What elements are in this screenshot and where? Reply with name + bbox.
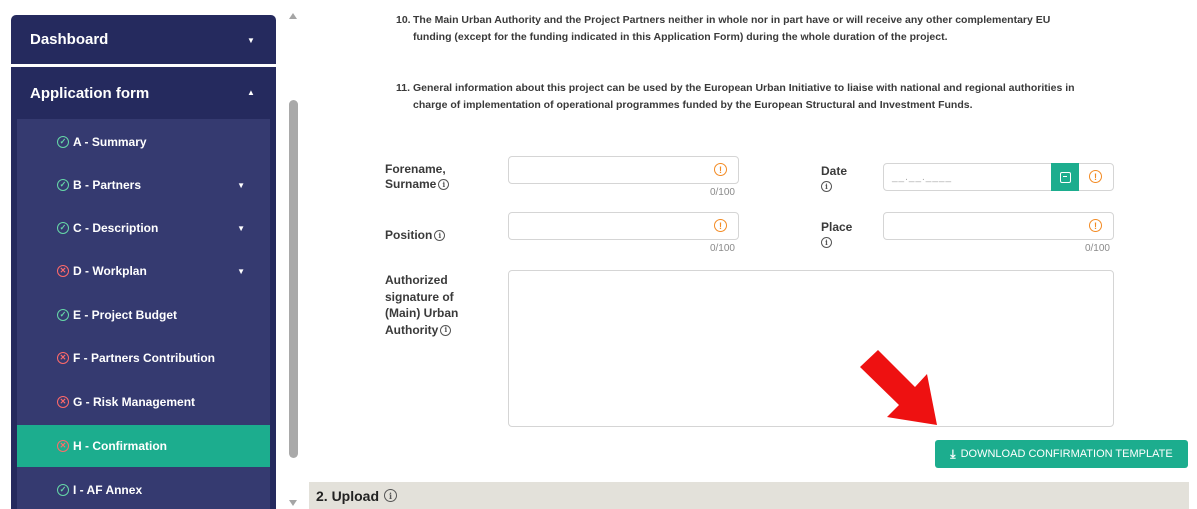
date-input[interactable]: __.__.____ ! <box>883 163 1114 191</box>
sidebar-item-label: C - Description <box>73 221 159 235</box>
scrollbar-thumb[interactable] <box>289 100 298 458</box>
sidebar-application-form-label: Application form <box>30 84 150 102</box>
x-circle-icon: ✕ <box>57 440 69 452</box>
label-line: (Main) Urban <box>385 306 459 320</box>
check-circle-icon: ✓ <box>57 136 69 148</box>
x-circle-icon: ✕ <box>57 265 69 277</box>
sidebar-item-b-partners[interactable]: ✓ B - Partners ▼ <box>17 164 270 206</box>
chevron-down-icon: ▼ <box>247 36 255 45</box>
sidebar-item-label: F - Partners Contribution <box>73 351 215 365</box>
forename-surname-label: Forename, Surname i <box>385 162 450 192</box>
sidebar-item-h-confirmation[interactable]: ✕ H - Confirmation <box>17 425 270 467</box>
scroll-up-arrow-icon[interactable] <box>289 13 297 19</box>
sidebar-item-e-project-budget[interactable]: ✓ E - Project Budget <box>17 294 270 336</box>
place-counter: 0/100 <box>1084 243 1110 254</box>
authorized-signature-label: Authorized signature of (Main) Urban Aut… <box>385 272 458 338</box>
label-line: Position <box>385 228 433 242</box>
chevron-up-icon: ▲ <box>247 88 255 97</box>
warning-icon: ! <box>1089 219 1102 232</box>
sidebar-dashboard-label: Dashboard <box>30 31 109 48</box>
check-circle-icon: ✓ <box>57 179 69 191</box>
warning-icon: ! <box>714 163 727 176</box>
sidebar-item-label: I - AF Annex <box>73 483 143 497</box>
position-input[interactable]: ! <box>508 212 739 240</box>
check-circle-icon: ✓ <box>57 222 69 234</box>
x-circle-icon: ✕ <box>57 352 69 364</box>
chevron-down-icon: ▼ <box>237 267 245 276</box>
check-circle-icon: ✓ <box>57 309 69 321</box>
sidebar-item-c-description[interactable]: ✓ C - Description ▼ <box>17 207 270 249</box>
confirmation-paragraph-11: 11. General information about this proje… <box>396 80 1086 114</box>
sidebar-item-a-summary[interactable]: ✓ A - Summary <box>17 121 270 163</box>
chevron-down-icon: ▼ <box>237 181 245 190</box>
upload-section-header[interactable]: 2. Upload i <box>309 482 1189 509</box>
sidebar-submenu: ✓ A - Summary ✓ B - Partners ▼ ✓ C - Des… <box>17 119 270 509</box>
sidebar-item-label: D - Workplan <box>73 264 147 278</box>
sidebar-item-label: G - Risk Management <box>73 395 196 409</box>
label-line: Surname <box>385 177 437 191</box>
forename-surname-input[interactable]: ! <box>508 156 739 184</box>
date-placeholder: __.__.____ <box>892 172 953 183</box>
forename-surname-counter: 0/100 <box>709 187 735 198</box>
place-input[interactable]: ! <box>883 212 1114 240</box>
sidebar-item-application-form[interactable]: Application form ▲ <box>11 67 276 119</box>
label-line: signature of <box>385 289 454 304</box>
check-circle-icon: ✓ <box>57 484 69 496</box>
info-icon[interactable]: i <box>440 324 452 336</box>
place-label: Place i <box>821 220 852 250</box>
info-icon[interactable]: i <box>438 179 450 191</box>
download-icon: ⤓ <box>950 446 956 461</box>
sidebar-item-label: B - Partners <box>73 178 142 192</box>
sidebar-item-label: H - Confirmation <box>73 439 167 453</box>
red-arrow-annotation <box>860 350 937 425</box>
info-icon[interactable]: i <box>821 237 832 249</box>
sidebar-item-dashboard[interactable]: Dashboard ▼ <box>11 15 276 64</box>
warning-icon: ! <box>714 219 727 232</box>
sidebar-item-d-workplan[interactable]: ✕ D - Workplan ▼ <box>17 250 270 292</box>
info-icon[interactable]: i <box>434 230 446 242</box>
authorized-signature-textarea[interactable] <box>508 270 1114 427</box>
upload-section-title: 2. Upload <box>316 487 380 504</box>
sidebar-item-label: E - Project Budget <box>73 308 178 322</box>
chevron-down-icon: ▼ <box>237 224 245 233</box>
label-line: Place <box>821 220 853 234</box>
position-counter: 0/100 <box>709 243 735 254</box>
paragraph-number: 11. <box>396 82 411 94</box>
date-label: Date i <box>821 164 847 194</box>
label-line: Authority <box>385 322 439 337</box>
sidebar-item-f-partners-contribution[interactable]: ✕ F - Partners Contribution <box>17 337 270 379</box>
info-icon[interactable]: i <box>821 181 832 193</box>
sidebar-item-i-af-annex[interactable]: ✓ I - AF Annex <box>17 469 270 509</box>
paragraph-text: The Main Urban Authority and the Project… <box>413 14 1051 43</box>
x-circle-icon: ✕ <box>57 396 69 408</box>
label-line: Forename, <box>385 162 446 176</box>
sidebar-item-g-risk-management[interactable]: ✕ G - Risk Management <box>17 381 270 423</box>
paragraph-number: 10. <box>396 14 411 26</box>
calendar-icon <box>1059 171 1071 183</box>
paragraph-text: General information about this project c… <box>413 82 1075 111</box>
download-button-label: DOWNLOAD CONFIRMATION TEMPLATE <box>960 448 1173 460</box>
download-confirmation-template-button[interactable]: ⤓ DOWNLOAD CONFIRMATION TEMPLATE <box>935 440 1188 468</box>
info-icon[interactable]: i <box>384 489 398 502</box>
label-line: Date <box>821 164 848 178</box>
sidebar-item-label: A - Summary <box>73 135 147 149</box>
confirmation-paragraph-10: 10. The Main Urban Authority and the Pro… <box>396 12 1086 46</box>
calendar-button[interactable] <box>1051 163 1079 191</box>
sidebar-section-application-form: Application form ▲ ✓ A - Summary ✓ B - P… <box>11 67 276 509</box>
label-line: Authorized <box>385 273 448 287</box>
scroll-down-arrow-icon[interactable] <box>289 500 297 506</box>
position-label: Position i <box>385 228 446 243</box>
warning-icon: ! <box>1089 170 1102 183</box>
